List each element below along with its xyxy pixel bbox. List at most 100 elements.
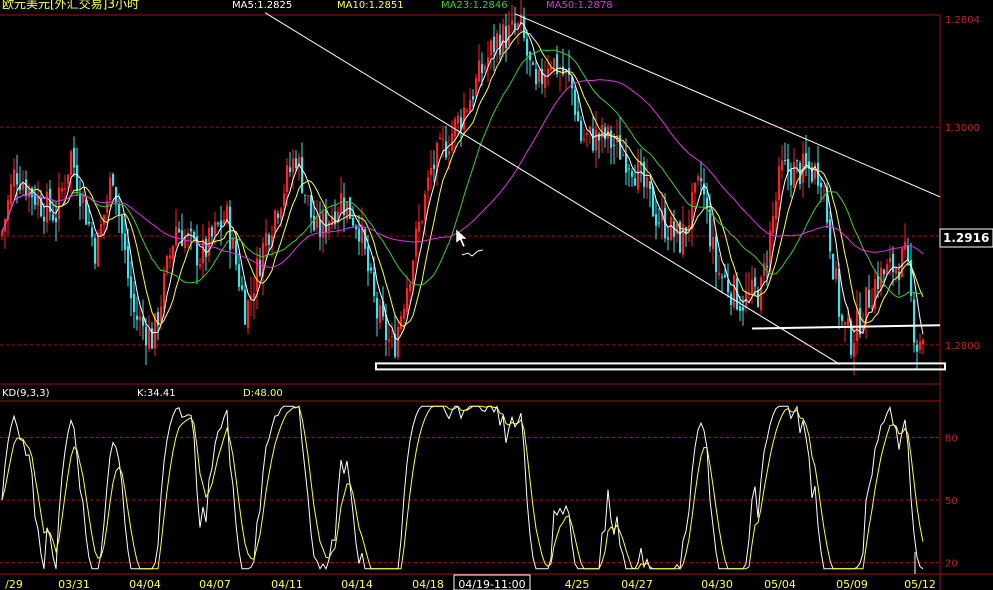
candle-body [322,212,325,238]
k-line [1,404,924,571]
kd-lines [1,404,924,571]
candle-body [10,183,13,204]
candle-body [328,221,331,232]
candle-body [901,248,904,278]
candle-body [454,118,457,137]
candle-body [244,289,247,325]
candle-body [295,158,298,168]
time-tick-label: 05/09 [836,578,868,590]
chart-canvas[interactable]: 欧元美元[外汇交易]3小时 MA5:1.2825 MA10:1.2851 MA2… [0,0,993,590]
ma10-label: MA10:1.2851 [337,0,404,11]
candle-body [418,222,421,232]
candle-body [319,219,322,237]
candle-body [841,315,844,322]
candle-body [64,188,67,190]
candle-body [97,232,100,267]
candle-body [832,254,835,280]
time-tick-label: 04/04 [129,578,161,590]
candle-body [718,272,721,276]
candle-body [907,245,910,261]
candle-body [739,306,742,311]
candle-body [190,228,193,232]
candle-body [631,171,634,177]
time-tick-label: 05/04 [764,578,796,590]
candle-body [316,218,319,228]
candle-body [610,130,613,148]
ma5-label: MA5:1.2825 [232,0,292,11]
candle-body [484,66,487,70]
candle-body [670,216,673,240]
candle-body [463,107,466,130]
candle-body [430,168,433,176]
candle-body [115,187,118,203]
candle-body [427,177,430,191]
candle-body [466,110,469,112]
candle-body [121,215,124,234]
candle-body [919,341,922,350]
candle-body [592,128,595,151]
candle-body [883,269,886,275]
time-tick-label: 04/18 [412,578,444,590]
candle-body [913,299,916,343]
candle-body [835,268,838,280]
candle-body [136,315,139,320]
support-line [751,324,941,330]
candle-body [175,226,178,246]
candle-body [22,183,25,190]
price-label-top: 1.2804 [945,15,980,26]
candle-body [145,326,148,346]
candle-body [916,344,919,352]
candle-body [895,267,898,274]
time-tick-label: 04/30 [701,578,733,590]
candle-body [595,129,598,151]
candle-body [61,188,64,192]
candle-body [238,264,241,287]
candle-body [469,100,472,113]
candle-body [301,157,304,193]
candle-body [763,263,766,276]
candle-body [409,283,412,292]
candle-body [508,24,511,47]
candle-body [892,253,895,273]
candle-body [76,165,79,191]
candle-body [43,216,46,222]
candle-body [766,265,769,268]
candle-body [493,36,496,53]
ma10-line [1,30,924,327]
candle-body [55,217,58,223]
candle-body [358,228,361,242]
candle-body [511,20,514,25]
candle-body [259,259,262,276]
candle-body [439,137,442,139]
candle-body [586,132,589,135]
candle-body [232,237,235,249]
candle-body [796,160,799,162]
time-tick-label: 03/31 [58,578,90,590]
candle-body [712,237,715,250]
candle-body [130,276,133,299]
candle-body [829,219,832,252]
candle-body [292,158,295,173]
candle-body [148,328,151,349]
candle-body [370,267,373,271]
candle-body [472,96,475,100]
candle-body [52,214,55,221]
candle-body [583,138,586,140]
candle-body [133,293,136,313]
candle-body [658,222,661,224]
candle-body [46,191,49,223]
candle-body [388,339,391,342]
candle-body [307,195,310,197]
candle-body [220,220,223,228]
mouse-pointer-icon [455,228,468,248]
candle-body [166,256,169,273]
d-line [1,405,924,570]
candle-body [727,279,730,293]
candle-body [532,62,535,65]
candle-body [433,164,436,169]
candle-body [457,115,460,124]
candle-body [613,144,616,146]
candle-body [733,275,736,307]
candle-body [367,246,370,272]
candle-body [697,176,700,181]
